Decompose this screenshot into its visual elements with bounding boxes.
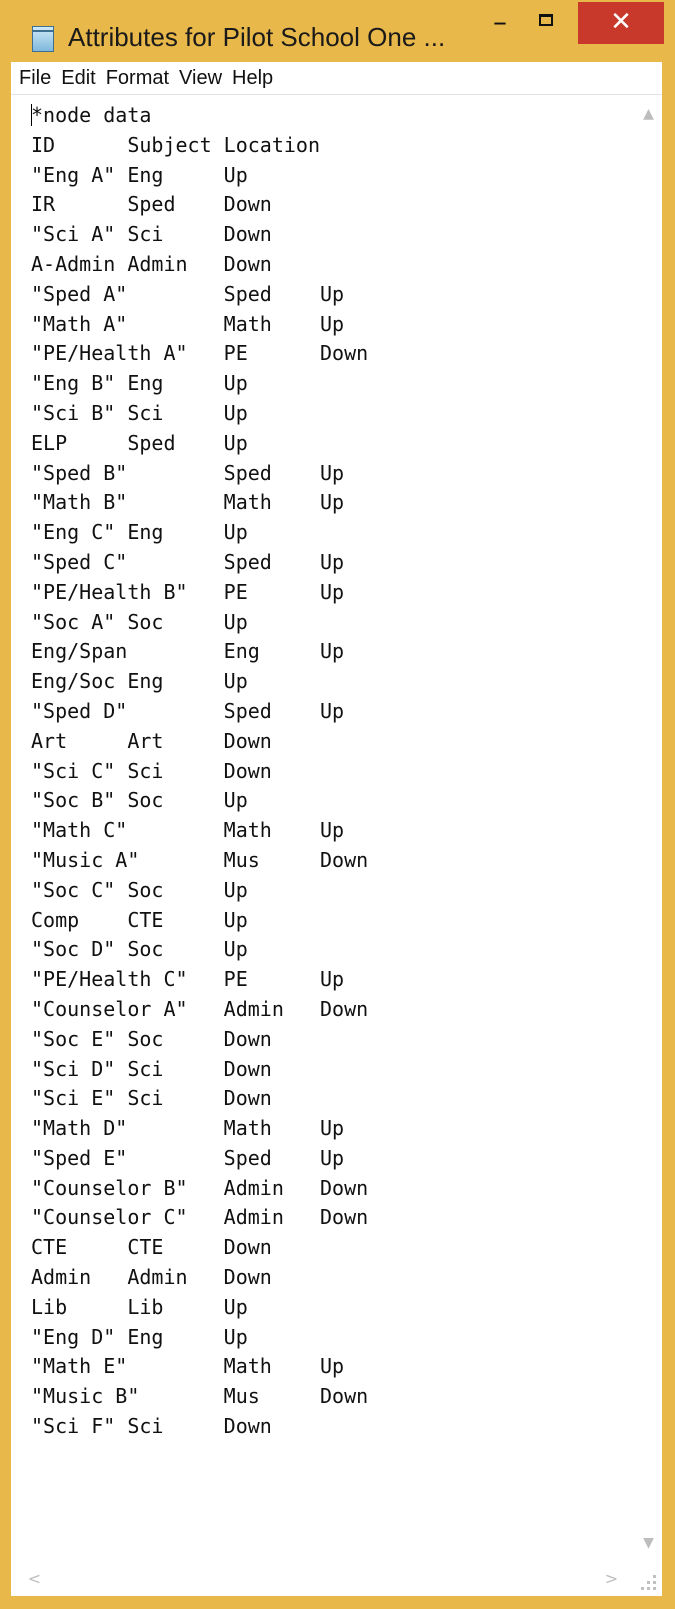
text-caret — [31, 104, 32, 126]
text-line: "Soc D" Soc Up — [31, 937, 248, 962]
menu-format[interactable]: Format — [106, 62, 169, 94]
text-line: "Math C" Math Up — [31, 818, 345, 843]
text-line: "Math D" Math Up — [31, 1116, 345, 1141]
text-line: "PE/Health B" PE Up — [31, 579, 345, 604]
text-line: "PE/Health C" PE Up — [31, 967, 345, 992]
text-line: "Math A" Math Up — [31, 311, 345, 336]
notepad-window: Attributes for Pilot School One ... – ✕ … — [0, 0, 675, 1609]
text-line: "Music A" Mus Down — [31, 847, 369, 872]
text-line: "Sci F" Sci Down — [31, 1414, 272, 1439]
editor-area: *node data ID Subject Location "Eng A" E… — [11, 95, 662, 1596]
text-line: "Soc B" Soc Up — [31, 788, 248, 813]
maximize-button[interactable] — [530, 4, 566, 44]
scroll-right-icon[interactable]: > — [598, 1565, 625, 1592]
menu-bar: File Edit Format View Help — [11, 62, 662, 95]
text-line: Eng/Soc Eng Up — [31, 669, 248, 694]
text-line: Lib Lib Up — [31, 1294, 248, 1319]
text-line: "Sci A" Sci Down — [31, 222, 272, 247]
text-line: ELP Sped Up — [31, 430, 248, 455]
text-line: Comp CTE Up — [31, 907, 248, 932]
text-line: "Counselor B" Admin Down — [31, 1175, 369, 1200]
text-line: Eng/Span Eng Up — [31, 639, 345, 664]
text-line: "Sci B" Sci Up — [31, 400, 248, 425]
text-line: Art Art Down — [31, 728, 272, 753]
menu-view[interactable]: View — [179, 62, 222, 94]
menu-file[interactable]: File — [19, 62, 51, 94]
close-button[interactable]: ✕ — [578, 2, 664, 44]
text-line: Admin Admin Down — [31, 1265, 272, 1290]
text-line: CTE CTE Down — [31, 1235, 272, 1260]
text-line: "Soc C" Soc Up — [31, 877, 248, 902]
text-line: "Soc E" Soc Down — [31, 1026, 272, 1051]
text-line: ID Subject Location — [31, 132, 320, 157]
text-line: "Eng B" Eng Up — [31, 371, 248, 396]
menu-help[interactable]: Help — [232, 62, 273, 94]
title-bar[interactable]: Attributes for Pilot School One ... – ✕ — [0, 0, 675, 68]
text-line: "Eng C" Eng Up — [31, 520, 248, 545]
text-line: "Math B" Math Up — [31, 490, 345, 515]
text-line: "Music B" Mus Down — [31, 1384, 369, 1409]
scroll-left-icon[interactable]: < — [21, 1565, 48, 1592]
text-line: A-Admin Admin Down — [31, 251, 272, 276]
scroll-down-icon[interactable]: ▼ — [635, 1530, 662, 1557]
text-line: "Counselor A" Admin Down — [31, 996, 369, 1021]
text-line: IR Sped Down — [31, 192, 272, 217]
text-line: "Eng A" Eng Up — [31, 162, 248, 187]
menu-edit[interactable]: Edit — [61, 62, 95, 94]
text-line: "Counselor C" Admin Down — [31, 1205, 369, 1230]
text-line: "Sped A" Sped Up — [31, 281, 345, 306]
scroll-up-icon[interactable]: ▲ — [635, 101, 662, 128]
text-line: "Soc A" Soc Up — [31, 609, 248, 634]
text-line: "Sped D" Sped Up — [31, 698, 345, 723]
text-line: "Sci E" Sci Down — [31, 1086, 272, 1111]
text-line: *node data — [31, 103, 152, 127]
text-line: "PE/Health A" PE Down — [31, 341, 369, 366]
notepad-icon[interactable] — [32, 26, 54, 52]
document-text[interactable]: *node data ID Subject Location "Eng A" E… — [11, 95, 635, 1442]
maximize-icon — [539, 14, 553, 26]
text-line: "Sped C" Sped Up — [31, 549, 345, 574]
text-line: "Sped E" Sped Up — [31, 1145, 345, 1170]
text-editor[interactable]: *node data ID Subject Location "Eng A" E… — [11, 95, 635, 1561]
resize-grip-icon[interactable] — [635, 1561, 662, 1596]
text-line: "Sped B" Sped Up — [31, 460, 345, 485]
text-line: "Eng D" Eng Up — [31, 1324, 248, 1349]
vertical-scrollbar[interactable]: ▲ ▼ — [635, 95, 662, 1561]
horizontal-scrollbar[interactable]: < > — [11, 1561, 635, 1596]
text-line: "Sci D" Sci Down — [31, 1056, 272, 1081]
text-line: "Sci C" Sci Down — [31, 758, 272, 783]
window-title: Attributes for Pilot School One ... — [68, 22, 446, 52]
minimize-button[interactable]: – — [482, 4, 518, 44]
text-line: "Math E" Math Up — [31, 1354, 345, 1379]
